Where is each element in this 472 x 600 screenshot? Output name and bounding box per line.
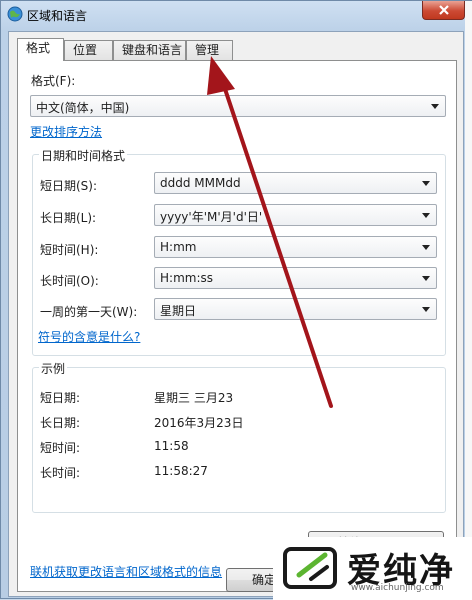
close-button[interactable] <box>422 1 465 20</box>
watermark-logo: 爱纯净 www.aichunjing.com <box>273 537 472 600</box>
first-day-select[interactable]: 星期日 <box>154 298 437 320</box>
chevron-down-icon <box>422 307 430 312</box>
symbols-meaning-link[interactable]: 符号的含意是什么? <box>38 328 140 345</box>
short-date-label: 短日期(S): <box>40 179 98 193</box>
datetime-format-group: 日期和时间格式 短日期(S): dddd MMMdd 长日期(L): yyyy'… <box>32 147 446 356</box>
short-time-value: H:mm <box>160 240 197 254</box>
title-bar: 区域和语言 <box>1 1 471 29</box>
example-long-date-label: 长日期: <box>40 416 81 430</box>
format-tab-panel: 格式(F): 中文(简体，中国) 更改排序方法 日期和时间格式 短日期(S): … <box>17 60 457 592</box>
short-date-select[interactable]: dddd MMMdd <box>154 172 437 194</box>
example-group-title: 示例 <box>39 360 68 377</box>
example-short-date-value: 星期三 三月23 <box>154 391 234 405</box>
region-language-window: 区域和语言 格式 位置 键盘和语言 管理 格式(F): 中文(简体，中国) 更改… <box>0 0 472 600</box>
long-date-label: 长日期(L): <box>40 211 97 225</box>
chevron-down-icon <box>422 276 430 281</box>
change-sort-link[interactable]: 更改排序方法 <box>30 123 102 140</box>
dialog-client: 格式 位置 键盘和语言 管理 格式(F): 中文(简体，中国) 更改排序方法 日… <box>8 31 464 597</box>
short-date-value: dddd MMMdd <box>160 176 241 190</box>
long-date-select[interactable]: yyyy'年'M'月'd'日' <box>154 204 437 226</box>
tab-keyboard-language[interactable]: 键盘和语言 <box>113 40 186 60</box>
example-long-time-value: 11:58:27 <box>154 464 208 478</box>
chevron-down-icon <box>422 245 430 250</box>
chevron-down-icon <box>431 104 439 109</box>
example-short-time-label: 短时间: <box>40 441 81 455</box>
example-long-date-value: 2016年3月23日 <box>154 416 244 430</box>
long-time-value: H:mm:ss <box>160 271 213 285</box>
first-day-value: 星期日 <box>160 304 197 318</box>
example-short-time-value: 11:58 <box>154 439 189 453</box>
example-group: 示例 短日期: 星期三 三月23 长日期: 2016年3月23日 短时间: 11… <box>32 360 446 513</box>
background-strip <box>465 1 472 600</box>
format-select[interactable]: 中文(简体，中国) <box>30 95 446 117</box>
first-day-label: 一周的第一天(W): <box>40 305 138 319</box>
short-time-label: 短时间(H): <box>40 243 99 257</box>
example-short-date-label: 短日期: <box>40 391 81 405</box>
chevron-down-icon <box>422 181 430 186</box>
online-info-link[interactable]: 联机获取更改语言和区域格式的信息 <box>30 563 222 580</box>
tab-location[interactable]: 位置 <box>64 40 113 60</box>
close-icon <box>439 5 449 15</box>
chevron-down-icon <box>422 213 430 218</box>
format-label: 格式(F): <box>31 74 76 88</box>
long-time-select[interactable]: H:mm:ss <box>154 267 437 289</box>
short-time-select[interactable]: H:mm <box>154 236 437 258</box>
example-long-time-label: 长时间: <box>40 466 81 480</box>
format-select-value: 中文(简体，中国) <box>36 101 130 115</box>
tab-format[interactable]: 格式 <box>17 38 64 61</box>
long-time-label: 长时间(O): <box>40 274 99 288</box>
tab-administrative[interactable]: 管理 <box>186 40 233 60</box>
watermark-url: www.aichunjing.com <box>351 583 444 593</box>
long-date-value: yyyy'年'M'月'd'日' <box>160 210 263 224</box>
window-title: 区域和语言 <box>27 9 88 23</box>
datetime-group-title: 日期和时间格式 <box>39 147 128 164</box>
globe-icon <box>7 6 23 22</box>
watermark-icon <box>283 545 341 596</box>
